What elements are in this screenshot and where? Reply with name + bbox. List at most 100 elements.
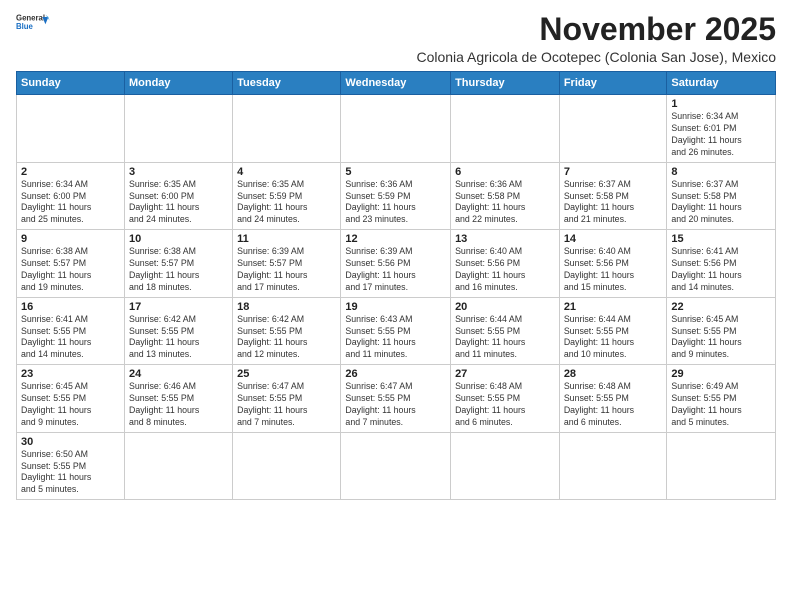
day-info: Sunrise: 6:47 AM Sunset: 5:55 PM Dayligh…: [345, 381, 446, 429]
day-cell: 30Sunrise: 6:50 AM Sunset: 5:55 PM Dayli…: [17, 432, 125, 500]
day-number: 30: [21, 436, 120, 448]
day-info: Sunrise: 6:39 AM Sunset: 5:56 PM Dayligh…: [345, 246, 446, 294]
week-row-5: 23Sunrise: 6:45 AM Sunset: 5:55 PM Dayli…: [17, 365, 776, 433]
day-cell: 8Sunrise: 6:37 AM Sunset: 5:58 PM Daylig…: [667, 162, 776, 230]
header: General Blue November 2025 Colonia Agric…: [16, 12, 776, 65]
day-info: Sunrise: 6:41 AM Sunset: 5:55 PM Dayligh…: [21, 314, 120, 362]
day-cell: 5Sunrise: 6:36 AM Sunset: 5:59 PM Daylig…: [341, 162, 451, 230]
day-number: 15: [671, 233, 771, 245]
day-info: Sunrise: 6:34 AM Sunset: 6:01 PM Dayligh…: [671, 111, 771, 159]
day-info: Sunrise: 6:37 AM Sunset: 5:58 PM Dayligh…: [564, 179, 663, 227]
day-info: Sunrise: 6:36 AM Sunset: 5:59 PM Dayligh…: [345, 179, 446, 227]
day-cell: 7Sunrise: 6:37 AM Sunset: 5:58 PM Daylig…: [559, 162, 667, 230]
week-row-3: 9Sunrise: 6:38 AM Sunset: 5:57 PM Daylig…: [17, 230, 776, 298]
day-cell: 23Sunrise: 6:45 AM Sunset: 5:55 PM Dayli…: [17, 365, 125, 433]
day-cell: [233, 432, 341, 500]
week-row-6: 30Sunrise: 6:50 AM Sunset: 5:55 PM Dayli…: [17, 432, 776, 500]
day-cell: 1Sunrise: 6:34 AM Sunset: 6:01 PM Daylig…: [667, 95, 776, 163]
location-title: Colonia Agricola de Ocotepec (Colonia Sa…: [416, 49, 776, 65]
day-cell: 11Sunrise: 6:39 AM Sunset: 5:57 PM Dayli…: [233, 230, 341, 298]
day-info: Sunrise: 6:35 AM Sunset: 5:59 PM Dayligh…: [237, 179, 336, 227]
day-number: 22: [671, 301, 771, 313]
day-number: 1: [671, 98, 771, 110]
day-info: Sunrise: 6:36 AM Sunset: 5:58 PM Dayligh…: [455, 179, 555, 227]
day-cell: 26Sunrise: 6:47 AM Sunset: 5:55 PM Dayli…: [341, 365, 451, 433]
week-row-1: 1Sunrise: 6:34 AM Sunset: 6:01 PM Daylig…: [17, 95, 776, 163]
day-cell: 25Sunrise: 6:47 AM Sunset: 5:55 PM Dayli…: [233, 365, 341, 433]
svg-text:General: General: [16, 14, 45, 23]
day-number: 26: [345, 368, 446, 380]
day-info: Sunrise: 6:44 AM Sunset: 5:55 PM Dayligh…: [455, 314, 555, 362]
day-cell: 2Sunrise: 6:34 AM Sunset: 6:00 PM Daylig…: [17, 162, 125, 230]
header-cell-friday: Friday: [559, 72, 667, 95]
day-cell: 19Sunrise: 6:43 AM Sunset: 5:55 PM Dayli…: [341, 297, 451, 365]
day-cell: [341, 95, 451, 163]
day-cell: 22Sunrise: 6:45 AM Sunset: 5:55 PM Dayli…: [667, 297, 776, 365]
calendar-table: SundayMondayTuesdayWednesdayThursdayFrid…: [16, 71, 776, 500]
day-cell: 27Sunrise: 6:48 AM Sunset: 5:55 PM Dayli…: [451, 365, 560, 433]
day-cell: [124, 95, 232, 163]
day-cell: 10Sunrise: 6:38 AM Sunset: 5:57 PM Dayli…: [124, 230, 232, 298]
day-number: 13: [455, 233, 555, 245]
day-number: 16: [21, 301, 120, 313]
day-info: Sunrise: 6:50 AM Sunset: 5:55 PM Dayligh…: [21, 449, 120, 497]
logo: General Blue: [16, 12, 52, 34]
day-cell: [233, 95, 341, 163]
day-cell: 16Sunrise: 6:41 AM Sunset: 5:55 PM Dayli…: [17, 297, 125, 365]
day-number: 18: [237, 301, 336, 313]
day-info: Sunrise: 6:48 AM Sunset: 5:55 PM Dayligh…: [564, 381, 663, 429]
day-number: 25: [237, 368, 336, 380]
day-info: Sunrise: 6:43 AM Sunset: 5:55 PM Dayligh…: [345, 314, 446, 362]
day-cell: 29Sunrise: 6:49 AM Sunset: 5:55 PM Dayli…: [667, 365, 776, 433]
day-info: Sunrise: 6:40 AM Sunset: 5:56 PM Dayligh…: [455, 246, 555, 294]
day-info: Sunrise: 6:42 AM Sunset: 5:55 PM Dayligh…: [129, 314, 228, 362]
day-cell: 15Sunrise: 6:41 AM Sunset: 5:56 PM Dayli…: [667, 230, 776, 298]
day-info: Sunrise: 6:37 AM Sunset: 5:58 PM Dayligh…: [671, 179, 771, 227]
month-title: November 2025: [416, 12, 776, 47]
day-cell: 6Sunrise: 6:36 AM Sunset: 5:58 PM Daylig…: [451, 162, 560, 230]
day-number: 20: [455, 301, 555, 313]
day-info: Sunrise: 6:42 AM Sunset: 5:55 PM Dayligh…: [237, 314, 336, 362]
day-cell: [124, 432, 232, 500]
day-cell: [451, 432, 560, 500]
day-cell: 3Sunrise: 6:35 AM Sunset: 6:00 PM Daylig…: [124, 162, 232, 230]
day-cell: [341, 432, 451, 500]
day-number: 11: [237, 233, 336, 245]
week-row-4: 16Sunrise: 6:41 AM Sunset: 5:55 PM Dayli…: [17, 297, 776, 365]
day-cell: [451, 95, 560, 163]
day-cell: 24Sunrise: 6:46 AM Sunset: 5:55 PM Dayli…: [124, 365, 232, 433]
day-number: 17: [129, 301, 228, 313]
day-cell: 18Sunrise: 6:42 AM Sunset: 5:55 PM Dayli…: [233, 297, 341, 365]
day-cell: [559, 95, 667, 163]
title-area: November 2025 Colonia Agricola de Ocotep…: [416, 12, 776, 65]
day-info: Sunrise: 6:48 AM Sunset: 5:55 PM Dayligh…: [455, 381, 555, 429]
day-cell: 20Sunrise: 6:44 AM Sunset: 5:55 PM Dayli…: [451, 297, 560, 365]
day-number: 14: [564, 233, 663, 245]
day-number: 21: [564, 301, 663, 313]
day-number: 29: [671, 368, 771, 380]
day-info: Sunrise: 6:34 AM Sunset: 6:00 PM Dayligh…: [21, 179, 120, 227]
day-cell: 9Sunrise: 6:38 AM Sunset: 5:57 PM Daylig…: [17, 230, 125, 298]
day-cell: 17Sunrise: 6:42 AM Sunset: 5:55 PM Dayli…: [124, 297, 232, 365]
day-info: Sunrise: 6:38 AM Sunset: 5:57 PM Dayligh…: [129, 246, 228, 294]
day-info: Sunrise: 6:46 AM Sunset: 5:55 PM Dayligh…: [129, 381, 228, 429]
day-cell: 14Sunrise: 6:40 AM Sunset: 5:56 PM Dayli…: [559, 230, 667, 298]
day-number: 27: [455, 368, 555, 380]
day-number: 2: [21, 166, 120, 178]
day-number: 23: [21, 368, 120, 380]
header-cell-sunday: Sunday: [17, 72, 125, 95]
day-info: Sunrise: 6:44 AM Sunset: 5:55 PM Dayligh…: [564, 314, 663, 362]
header-cell-tuesday: Tuesday: [233, 72, 341, 95]
day-cell: 4Sunrise: 6:35 AM Sunset: 5:59 PM Daylig…: [233, 162, 341, 230]
day-info: Sunrise: 6:49 AM Sunset: 5:55 PM Dayligh…: [671, 381, 771, 429]
day-number: 4: [237, 166, 336, 178]
day-cell: 13Sunrise: 6:40 AM Sunset: 5:56 PM Dayli…: [451, 230, 560, 298]
day-cell: 28Sunrise: 6:48 AM Sunset: 5:55 PM Dayli…: [559, 365, 667, 433]
day-number: 3: [129, 166, 228, 178]
header-cell-wednesday: Wednesday: [341, 72, 451, 95]
week-row-2: 2Sunrise: 6:34 AM Sunset: 6:00 PM Daylig…: [17, 162, 776, 230]
day-cell: [17, 95, 125, 163]
day-cell: 12Sunrise: 6:39 AM Sunset: 5:56 PM Dayli…: [341, 230, 451, 298]
day-info: Sunrise: 6:39 AM Sunset: 5:57 PM Dayligh…: [237, 246, 336, 294]
logo-svg: General Blue: [16, 12, 52, 34]
